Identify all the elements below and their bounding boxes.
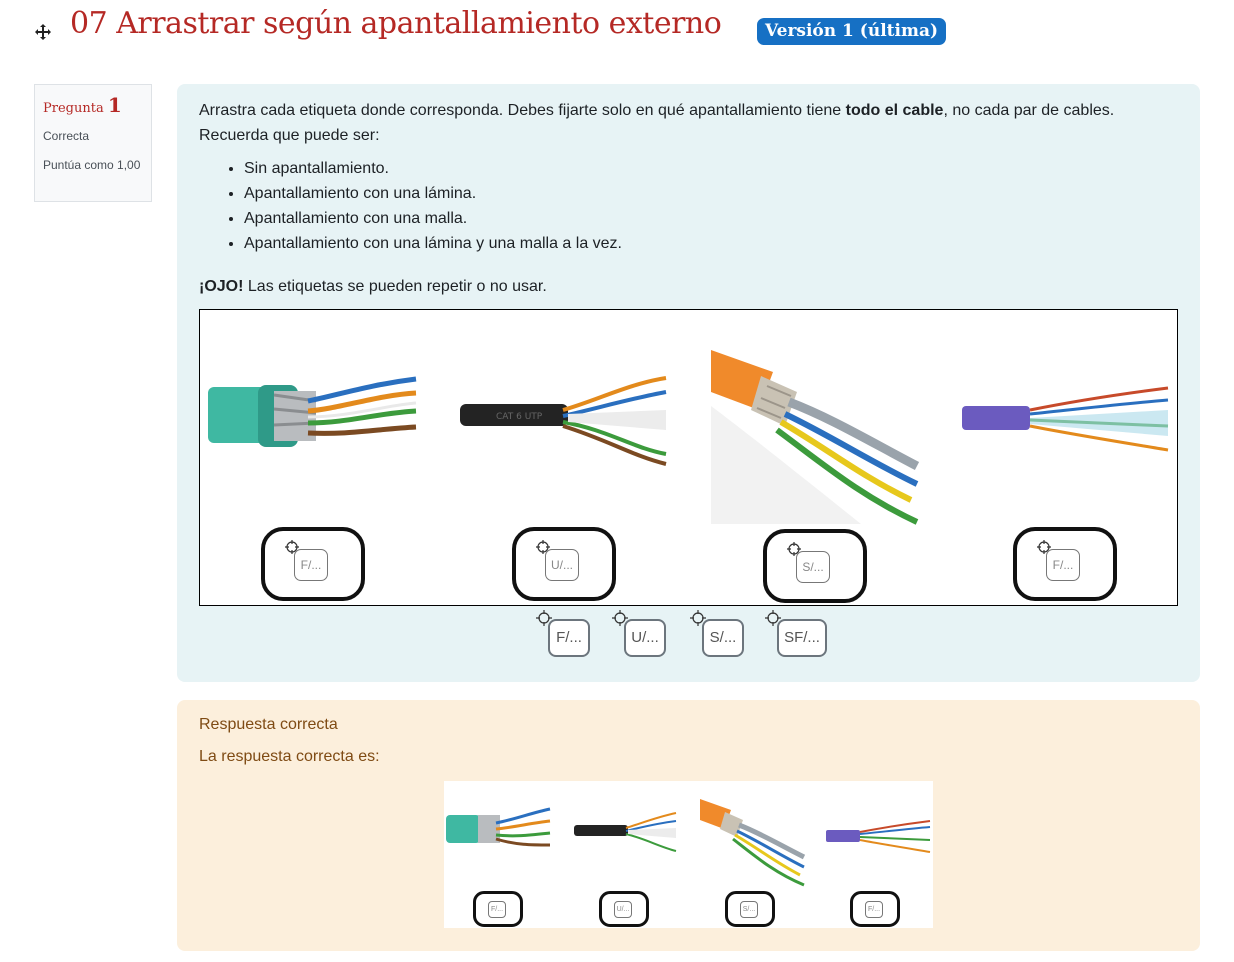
question-formulation: Arrastra cada etiqueta donde corresponda…: [177, 84, 1200, 682]
answer-zone-label: F/...: [488, 901, 506, 918]
options-list: Sin apantallamiento. Apantallamiento con…: [199, 156, 1178, 256]
question-number: 1: [107, 93, 122, 117]
right-answer-text: La respuesta correcta es:: [199, 748, 380, 765]
list-item: Sin apantallamiento.: [244, 156, 1178, 181]
move-icon[interactable]: [33, 22, 53, 42]
warning-text: ¡OJO! Las etiquetas se pueden repetir o …: [199, 274, 1178, 299]
drag-item-u[interactable]: U/...: [624, 619, 666, 657]
feedback-panel: Respuesta correcta La respuesta correcta…: [177, 700, 1200, 951]
question-text: Arrastra cada etiqueta donde corresponda…: [199, 98, 1178, 148]
question-number-line: Pregunta 1: [43, 93, 143, 117]
list-item: Apantallamiento con una malla.: [244, 206, 1178, 231]
answer-zone-label: F/...: [865, 901, 883, 918]
drag-item-sf[interactable]: SF/...: [777, 619, 827, 657]
drop-zone-label: U/...: [545, 549, 579, 581]
drop-zone-label: F/...: [294, 549, 328, 581]
cable-image-3: [711, 350, 920, 525]
drop-zone-3[interactable]: S/...: [763, 529, 867, 603]
question-label: Pregunta: [43, 101, 104, 116]
list-item: Apantallamiento con una lámina.: [244, 181, 1178, 206]
drop-zone-1[interactable]: F/...: [261, 527, 365, 601]
answer-zone-label: S/...: [740, 901, 758, 918]
answer-zone-label: U/...: [614, 901, 632, 918]
warning-body: Las etiquetas se pueden repetir o no usa…: [243, 278, 547, 295]
drag-item-f[interactable]: F/...: [548, 619, 590, 657]
list-item: Apantallamiento con una lámina y una mal…: [244, 231, 1178, 256]
cable-image-2: CAT 6 UTP: [460, 376, 667, 466]
drop-zone-label: S/...: [796, 551, 830, 583]
feedback-text: Respuesta correcta: [199, 716, 338, 733]
answer-cable-image-4: [826, 820, 931, 853]
drop-zone-label: F/...: [1046, 549, 1080, 581]
answer-cable-image-2: [574, 812, 677, 852]
answer-cable-image-3: [700, 799, 806, 887]
page-title: 07 Arrastrar según apantallamiento exter…: [70, 6, 722, 41]
drag-item-s[interactable]: S/...: [702, 619, 744, 657]
drop-background-image: CAT 6 UTP F/... U/... S/... F/...: [199, 309, 1178, 606]
right-answer-image: F/... U/... S/... F/...: [444, 781, 933, 928]
warning-bold: ¡OJO!: [199, 278, 244, 295]
cable-image-1: [208, 376, 417, 447]
reminder-text: Recuerda que puede ser:: [199, 127, 380, 144]
answer-zone-1: F/...: [473, 891, 523, 927]
answer-zone-4: F/...: [850, 891, 900, 927]
answer-zone-2: U/...: [599, 891, 649, 927]
question-grade: Puntúa como 1,00: [43, 158, 141, 172]
drop-zone-2[interactable]: U/...: [512, 527, 616, 601]
intro-after: , no cada par de cables.: [943, 102, 1115, 119]
intro-bold: todo el cable: [845, 102, 944, 119]
answer-cable-image-1: [446, 807, 551, 847]
question-state: Correcta: [43, 129, 90, 143]
version-badge: Versión 1 (última): [757, 18, 947, 45]
drop-zone-4[interactable]: F/...: [1013, 527, 1117, 601]
svg-text:CAT 6 UTP: CAT 6 UTP: [496, 412, 543, 422]
intro-text: Arrastra cada etiqueta donde corresponda…: [199, 102, 846, 119]
answer-zone-3: S/...: [725, 891, 775, 927]
question-info: Pregunta 1 Correcta Puntúa como 1,00: [34, 84, 152, 202]
cable-image-4: [962, 386, 1169, 452]
